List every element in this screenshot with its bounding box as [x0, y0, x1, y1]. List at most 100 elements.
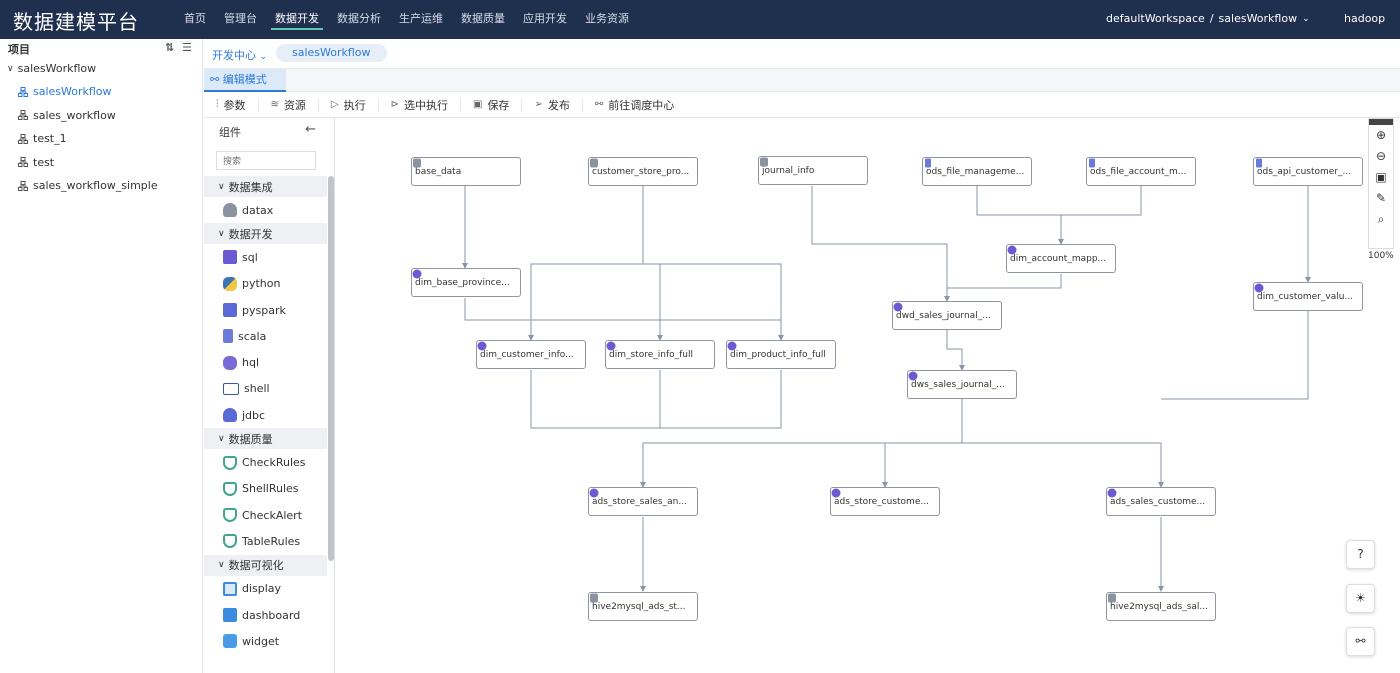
nav-home[interactable]: 首页 [175, 0, 215, 39]
component-python[interactable]: python [204, 271, 334, 297]
dev-center-dropdown[interactable]: 开发中心 ⌄ [212, 47, 267, 63]
group-data-visualization[interactable]: ∨ 数据可视化 [204, 554, 327, 576]
component-dashboard[interactable]: dashboard [204, 602, 334, 628]
component-datax[interactable]: datax [204, 197, 334, 223]
nav-business-resources[interactable]: 业务资源 [576, 0, 638, 39]
project-header-label: 项目 [8, 43, 30, 56]
help-button[interactable]: ? [1346, 540, 1375, 569]
hive-icon [223, 355, 237, 370]
project-item-sales-workflow[interactable]: sales_workflow [0, 104, 202, 128]
component-widget[interactable]: widget [204, 628, 334, 654]
search-icon[interactable]: ⌕ [1369, 209, 1393, 230]
node-hive2mysql-ads-store[interactable]: hive2mysql_ads_st... [588, 592, 698, 621]
edit-mode-tab[interactable]: ⚯ 编辑模式 [204, 69, 286, 92]
project-item-test[interactable]: test [0, 151, 202, 175]
node-ods-file-account[interactable]: ods_file_account_m... [1086, 157, 1196, 186]
node-dim-customer-value[interactable]: dim_customer_valu... [1253, 282, 1363, 311]
publish-button[interactable]: ➢ 发布 [522, 97, 583, 112]
run-selected-button[interactable]: ⊳ 选中执行 [379, 97, 461, 112]
resources-button[interactable]: ≋ 资源 [259, 97, 319, 112]
user-menu[interactable]: hadoop [1344, 12, 1385, 25]
sliders-icon: ⫶ [216, 99, 219, 110]
component-pyspark[interactable]: pyspark [204, 297, 334, 323]
workspace-selector[interactable]: defaultWorkspace / salesWorkflow ⌄ [1106, 12, 1310, 25]
group-data-dev[interactable]: ∨ 数据开发 [204, 223, 327, 245]
component-tablerules[interactable]: TableRules [204, 528, 334, 554]
component-scrollbar[interactable] [328, 176, 334, 561]
zoom-out-icon[interactable]: ⊖ [1369, 146, 1393, 167]
zoom-in-icon[interactable]: ⊕ [1369, 125, 1393, 146]
nav-app-dev[interactable]: 应用开发 [514, 0, 576, 39]
component-display[interactable]: display [204, 576, 334, 602]
component-sql[interactable]: sql [204, 244, 334, 270]
workflow-icon [18, 133, 28, 144]
group-data-integration[interactable]: ∨ 数据集成 [204, 176, 327, 197]
node-ads-sales-customer[interactable]: ads_sales_custome... [1106, 487, 1216, 516]
project-item-salesworkflow[interactable]: salesWorkflow [0, 80, 202, 104]
node-journal-info[interactable]: journal_info [758, 156, 868, 185]
nav-admin[interactable]: 管理台 [215, 0, 266, 39]
workflow-canvas[interactable]: base_data customer_store_pro... journal_… [335, 118, 1400, 673]
run-button[interactable]: ▷ 执行 [319, 97, 379, 112]
workflow-tab[interactable]: salesWorkflow [276, 44, 387, 62]
node-dws-sales-journal[interactable]: dws_sales_journal_... [907, 370, 1017, 399]
component-shellrules[interactable]: ShellRules [204, 476, 334, 502]
params-button[interactable]: ⫶ 参数 [204, 97, 259, 112]
goto-scheduler-button[interactable]: ⚯ 前往调度中心 [583, 98, 686, 112]
scala-icon [1089, 158, 1095, 168]
node-dim-product-info-full[interactable]: dim_product_info_full [726, 340, 836, 369]
params-label: 参数 [223, 98, 246, 112]
component-checkalert[interactable]: CheckAlert [204, 502, 334, 528]
node-dim-store-info-full[interactable]: dim_store_info_full [605, 340, 715, 369]
tips-button[interactable]: ☀ [1346, 584, 1375, 613]
nav-data-quality[interactable]: 数据质量 [452, 0, 514, 39]
project-item-test-1[interactable]: test_1 [0, 127, 202, 151]
node-hive2mysql-ads-sales[interactable]: hive2mysql_ads_sal... [1106, 592, 1216, 621]
workflow-icon [18, 157, 28, 168]
shield-check-icon [223, 455, 237, 470]
node-label: ads_store_custome... [834, 496, 929, 507]
brush-icon[interactable]: ✎ [1369, 188, 1393, 209]
project-item-sales-workflow-simple[interactable]: sales_workflow_simple [0, 174, 202, 198]
chevron-down-icon: ∨ [218, 181, 225, 192]
component-search-input[interactable] [216, 151, 316, 170]
node-dim-account-mapping[interactable]: dim_account_mapp... [1006, 244, 1116, 273]
project-root[interactable]: ∨ salesWorkflow [0, 57, 202, 80]
component-scala[interactable]: scala [204, 323, 334, 349]
save-label: 保存 [487, 98, 510, 112]
node-base-data[interactable]: base_data [411, 157, 521, 186]
component-jdbc[interactable]: jdbc [204, 402, 334, 428]
node-customer-store[interactable]: customer_store_pro... [588, 157, 698, 186]
component-hql[interactable]: hql [204, 349, 334, 375]
arrow-left-icon[interactable]: ← [305, 122, 316, 137]
node-dim-base-province[interactable]: dim_base_province... [411, 268, 521, 297]
component-panel: 组件 ← ∨数据集成 datax ∨数据开发 sql python pyspar… [204, 118, 335, 673]
node-dim-customer-info[interactable]: dim_customer_info... [476, 340, 586, 369]
fit-screen-icon[interactable]: ▣ [1369, 167, 1393, 188]
project-root-label: salesWorkflow [17, 62, 97, 75]
nav-data-dev[interactable]: 数据开发 [266, 0, 328, 39]
save-button[interactable]: ▣ 保存 [461, 97, 523, 112]
component-label: display [242, 582, 282, 596]
star-icon [606, 341, 616, 351]
chevron-down-icon: ∨ [7, 63, 14, 74]
database-icon [590, 158, 598, 168]
edge [643, 370, 782, 429]
nav-ops[interactable]: 生产运维 [390, 0, 452, 39]
node-dwd-sales-journal[interactable]: dwd_sales_journal_... [892, 301, 1002, 330]
node-ads-store-customer[interactable]: ads_store_custome... [830, 487, 940, 516]
component-header-label: 组件 [219, 126, 241, 139]
group-data-quality[interactable]: ∨ 数据质量 [204, 428, 327, 450]
node-ods-api-customer[interactable]: ods_api_customer_... [1253, 157, 1363, 186]
layout-button[interactable]: ⚯ [1346, 627, 1375, 656]
component-shell[interactable]: shell [204, 376, 334, 402]
component-checkrules[interactable]: CheckRules [204, 449, 334, 475]
database-icon [223, 408, 237, 423]
node-ods-file-management[interactable]: ods_file_manageme... [922, 157, 1032, 186]
workflow-icon [18, 180, 28, 191]
nav-data-analysis[interactable]: 数据分析 [328, 0, 390, 39]
list-icon[interactable]: ☰ [182, 41, 192, 54]
sort-icon[interactable]: ⇅ [165, 41, 174, 54]
edge [640, 399, 963, 488]
node-ads-store-sales[interactable]: ads_store_sales_an... [588, 487, 698, 516]
